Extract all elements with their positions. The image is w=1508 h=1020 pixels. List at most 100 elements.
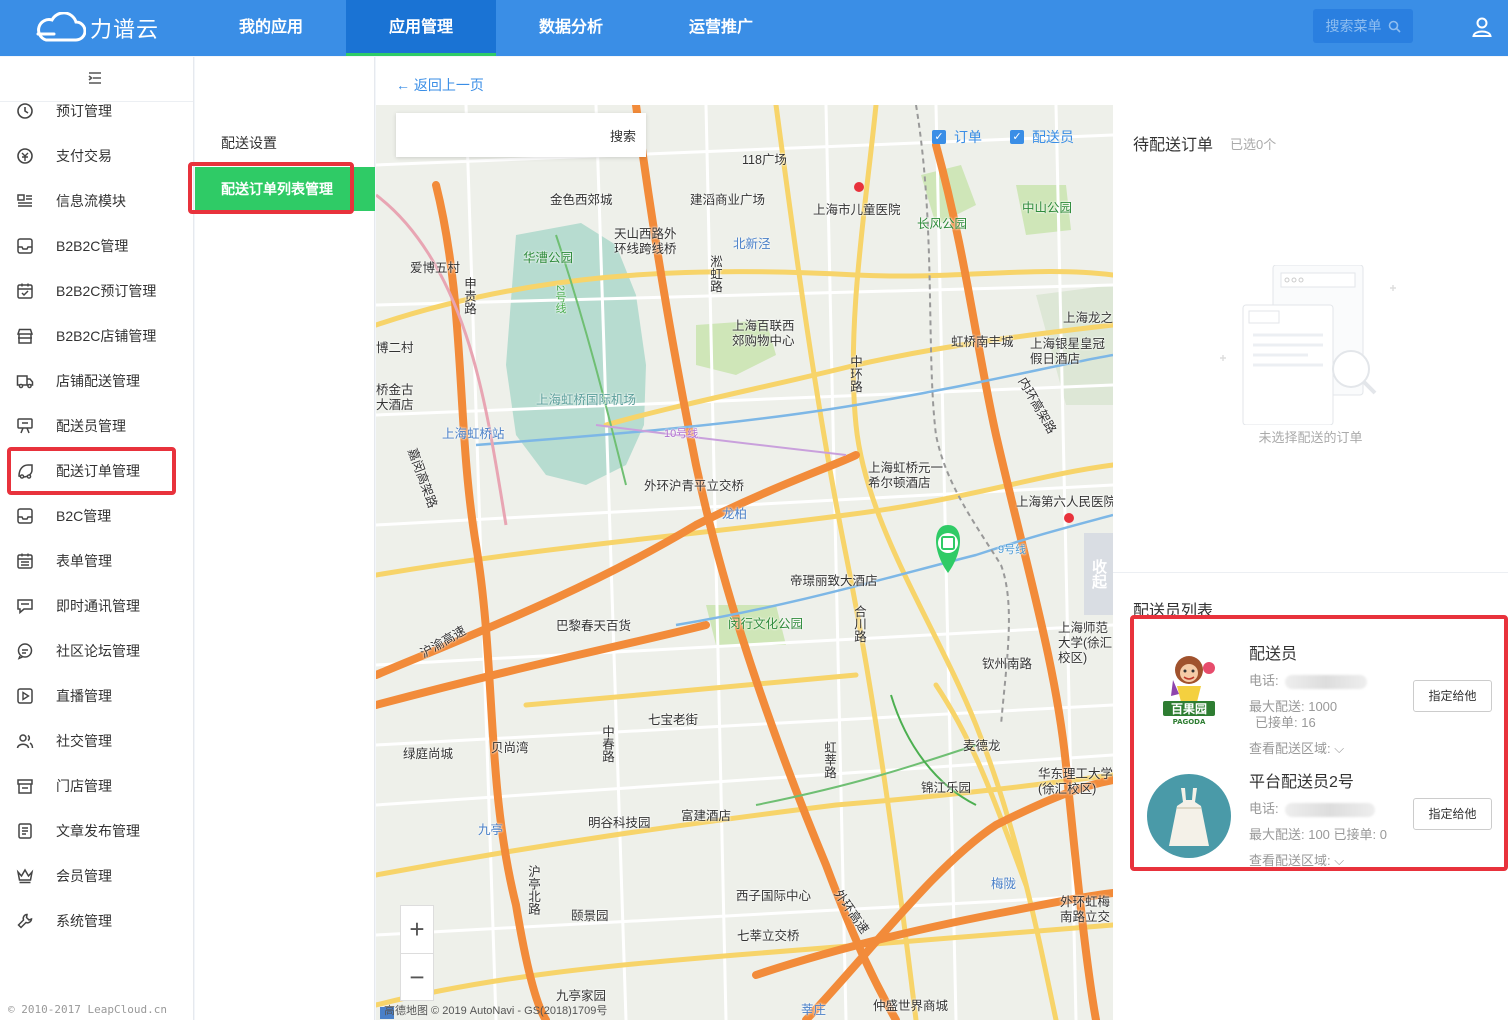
courier-view-area[interactable]: 查看配送区域: ⌵ (1249, 738, 1344, 757)
sidebar-item-members[interactable]: 会员管理 (0, 853, 193, 898)
sidebar-item-b2b2c-shop[interactable]: B2B2C店铺管理 (0, 313, 193, 358)
map-label: 贝尚湾 (491, 741, 529, 755)
map-search-button[interactable]: 搜索 (610, 126, 636, 145)
map-label: 西子国际中心 (736, 889, 812, 903)
assign-courier-button[interactable]: 指定给他 (1413, 680, 1492, 712)
map-label: 麦德龙 (963, 739, 1001, 753)
sidebar-item-label: 门店管理 (56, 777, 112, 794)
map-label: 沪亭北路 (526, 865, 540, 915)
map-search-input[interactable] (404, 125, 584, 145)
sidebar-item-b2b2c-reservation[interactable]: B2B2C预订管理 (0, 268, 193, 313)
nav-operations[interactable]: 运营推广 (646, 0, 796, 56)
sidebar-item-label: 信息流模块 (56, 192, 126, 209)
sidebar-item-delivery-orders[interactable]: 配送订单管理 (0, 448, 193, 493)
submenu-item-delivery-order-list[interactable]: 配送订单列表管理 (195, 167, 375, 211)
map-label: 锦江乐园 (921, 781, 972, 795)
sidebar-item-articles[interactable]: 文章发布管理 (0, 808, 193, 853)
courier-max-delivery: 最大配送: 100 已接单: 0 (1249, 827, 1387, 842)
sidebar-item-im[interactable]: 即时通讯管理 (0, 583, 193, 628)
courier-phone-label: 电话: (1249, 801, 1279, 816)
courier-name: 配送员 (1249, 646, 1298, 663)
delivery-order-icon (18, 463, 33, 479)
map-label: 2号线 (554, 285, 566, 314)
sidebar: 预订管理 支付交易 信息流模块 B2B2C管理 B2B2C预订管理 B2B2C店… (0, 57, 194, 1020)
users-icon (16, 733, 34, 748)
map-credit: 高德地图 © 2019 AutoNavi - GS(2018)1709号 (384, 1005, 608, 1017)
courier-phone-label: 电话: (1249, 673, 1279, 688)
main-nav: 我的应用 应用管理 数据分析 运营推广 (196, 0, 796, 56)
courier-view-area[interactable]: 查看配送区域: ⌵ (1249, 850, 1344, 869)
map-label: 绿庭尚城 (403, 747, 454, 761)
sidebar-item-b2c[interactable]: B2C管理 (0, 493, 193, 538)
map-label: 外环虹梅南路立交 (1060, 895, 1111, 924)
order-layer-label: 订单 (954, 129, 982, 145)
sidebar-item-system[interactable]: 系统管理 (0, 898, 193, 943)
nav-app-management[interactable]: 应用管理 (346, 0, 496, 56)
back-link[interactable]: ← 返回上一页 (396, 75, 484, 95)
nav-my-apps[interactable]: 我的应用 (196, 0, 346, 56)
sidebar-item-label: 社交管理 (56, 732, 112, 749)
main-content: ← 返回上一页 118广场 金色西郊城 建滔商业广场 上海市儿童医院 长风公园 … (376, 57, 1508, 1020)
sidebar-item-social[interactable]: 社交管理 (0, 718, 193, 763)
courier-card: 百果园 PAGODA 配送员 电话: 最大配送: 1000 已接单: 16 查看… (1133, 640, 1493, 756)
sidebar-item-label: 即时通讯管理 (56, 597, 140, 614)
map-label: 中山公园 (1022, 201, 1073, 215)
sidebar-item-feed[interactable]: 信息流模块 (0, 178, 193, 223)
empty-orders-illustration (1220, 265, 1396, 425)
sidebar-item-label: 社区论坛管理 (56, 642, 140, 659)
sidebar-item-label: 直播管理 (56, 687, 112, 704)
courier-phone: 电话: (1249, 670, 1367, 689)
sidebar-item-b2b2c[interactable]: B2B2C管理 (0, 223, 193, 268)
map-label: 上海银星皇冠假日酒店 (1030, 337, 1106, 366)
store-icon (17, 778, 33, 794)
map-label: 外环沪青平立交桥 (644, 479, 745, 493)
map-label: 10号线 (664, 428, 699, 440)
sidebar-item-label: 系统管理 (56, 912, 112, 929)
nav-data-analysis[interactable]: 数据分析 (496, 0, 646, 56)
sidebar-item-live[interactable]: 直播管理 (0, 673, 193, 718)
wrench-icon (17, 913, 33, 929)
map[interactable]: 118广场 金色西郊城 建滔商业广场 上海市儿童医院 长风公园 中山公园 天山西… (376, 105, 1113, 1020)
panel-divider (1113, 572, 1508, 573)
map-label: 巴黎春天百货 (556, 619, 632, 633)
right-panel: 待配送订单 已选0个 未选择配送的订单 配送员列表 百果园 PAGODA 配送员… (1113, 105, 1508, 1020)
sidebar-item-store[interactable]: 门店管理 (0, 763, 193, 808)
map-label: 合川路 (852, 605, 866, 643)
dress-avatar (1169, 788, 1209, 846)
sidebar-item-courier[interactable]: 配送员管理 (0, 403, 193, 448)
sidebar-item-label: 会员管理 (56, 867, 112, 884)
sidebar-item-shop-delivery[interactable]: 店铺配送管理 (0, 358, 193, 403)
map-zoom-control: + − (400, 905, 434, 1001)
map-label: 帝璟丽致大酒店 (790, 574, 878, 588)
order-layer-checkbox[interactable]: ✓ 订单 (932, 127, 982, 147)
logo[interactable]: 力谱云 (34, 10, 159, 46)
article-icon (18, 822, 32, 839)
zoom-out-button[interactable]: − (401, 953, 433, 1000)
map-label: 中春路 (600, 725, 614, 763)
sidebar-item-forms[interactable]: 表单管理 (0, 538, 193, 583)
collapse-menu-icon[interactable] (86, 69, 104, 87)
map-label: 九亭 (478, 823, 504, 837)
sidebar-item-label: 预订管理 (56, 102, 112, 119)
form-icon (17, 553, 33, 569)
map-label: 莘庄 (801, 1003, 827, 1017)
sidebar-item-payment[interactable]: 支付交易 (0, 133, 193, 178)
assign-courier-button[interactable]: 指定给他 (1413, 798, 1492, 830)
inbox-icon (17, 237, 33, 254)
map-label: 钦州南路 (982, 657, 1033, 671)
sidebar-item-label: 配送订单管理 (56, 462, 140, 479)
search-menu-button[interactable]: 搜索菜单 (1313, 9, 1413, 43)
map-label: 上海师范大学(徐汇校区) (1058, 621, 1113, 665)
crown-icon (16, 868, 34, 883)
sidebar-item-reservation[interactable]: 预订管理 (0, 88, 193, 133)
calendar-check-icon (17, 283, 33, 299)
sidebar-item-forum[interactable]: 社区论坛管理 (0, 628, 193, 673)
delivery-location-marker[interactable] (936, 525, 960, 573)
top-bar: 力谱云 我的应用 应用管理 数据分析 运营推广 搜索菜单 (0, 0, 1508, 56)
zoom-in-button[interactable]: + (401, 906, 433, 953)
map-label: 中环路 (848, 355, 862, 393)
submenu-item-delivery-settings[interactable]: 配送设置 (195, 121, 375, 165)
collapse-panel-tab[interactable]: 收起 (1084, 533, 1113, 615)
courier-layer-checkbox[interactable]: ✓ 配送员 (1010, 127, 1074, 147)
user-icon[interactable] (1470, 15, 1494, 39)
